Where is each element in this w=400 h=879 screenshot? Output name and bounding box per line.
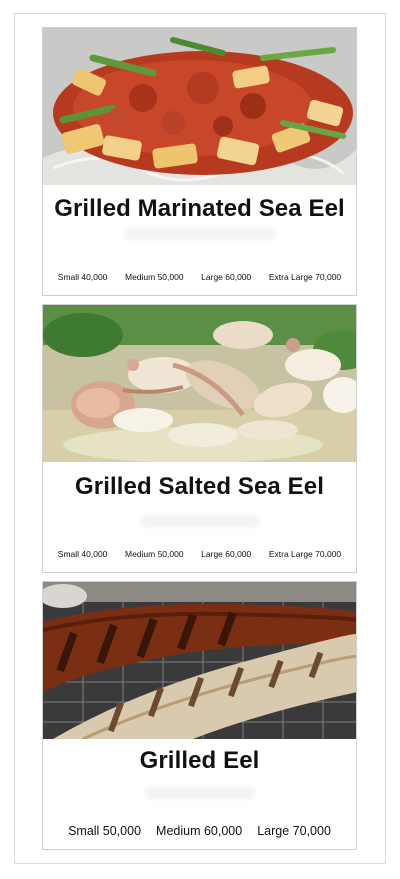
price-list: Small 50,000 Medium 60,000 Large 70,000: [43, 824, 356, 838]
blurred-subtitle: [124, 228, 275, 240]
menu-card-grilled-eel[interactable]: Grilled Eel Small 50,000 Medium 60,000 L…: [42, 581, 357, 850]
menu-item-title: Grilled Marinated Sea Eel: [54, 195, 345, 222]
menu-item-title: Grilled Salted Sea Eel: [75, 473, 324, 500]
menu-item-title: Grilled Eel: [139, 747, 260, 774]
price-small: Small 50,000: [68, 824, 142, 838]
price-medium: Medium 60,000: [156, 824, 243, 838]
menu-card-grilled-salted-sea-eel[interactable]: Grilled Salted Sea Eel Small 40,000 Medi…: [42, 304, 357, 573]
price-medium: Medium 50,000: [124, 272, 184, 282]
price-extra-large: Extra Large 70,000: [268, 272, 342, 282]
price-small: Small 40,000: [57, 549, 108, 559]
food-photo-marinated-sea-eel: [43, 28, 356, 185]
price-large: Large 60,000: [201, 272, 252, 282]
price-list: Small 40,000 Medium 50,000 Large 60,000 …: [43, 549, 356, 559]
price-medium: Medium 50,000: [124, 549, 184, 559]
menu-card-grilled-marinated-sea-eel[interactable]: Grilled Marinated Sea Eel Small 40,000 M…: [42, 27, 357, 296]
blurred-subtitle: [139, 515, 260, 527]
price-small: Small 40,000: [57, 272, 108, 282]
food-photo-grilled-eel: [43, 582, 356, 739]
price-large: Large 60,000: [201, 549, 252, 559]
blurred-subtitle: [144, 787, 255, 799]
price-list: Small 40,000 Medium 50,000 Large 60,000 …: [43, 272, 356, 282]
price-large: Large 70,000: [257, 824, 331, 838]
food-photo-salted-sea-eel: [43, 305, 356, 462]
price-extra-large: Extra Large 70,000: [268, 549, 342, 559]
